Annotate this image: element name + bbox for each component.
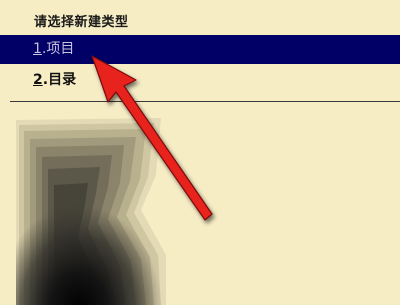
menu-item-accel: 1: [33, 41, 42, 57]
menu-item-project[interactable]: 1.项目: [0, 35, 400, 64]
menu-item-directory[interactable]: 2.目录: [0, 66, 400, 95]
menu-item-label: .项目: [41, 41, 75, 57]
menu-item-accel: 2: [33, 72, 43, 88]
divider: [10, 101, 400, 102]
menu-item-label: .目录: [42, 72, 77, 88]
dialog-title: 请选择新建类型: [34, 15, 129, 30]
preview-image: [16, 115, 166, 305]
